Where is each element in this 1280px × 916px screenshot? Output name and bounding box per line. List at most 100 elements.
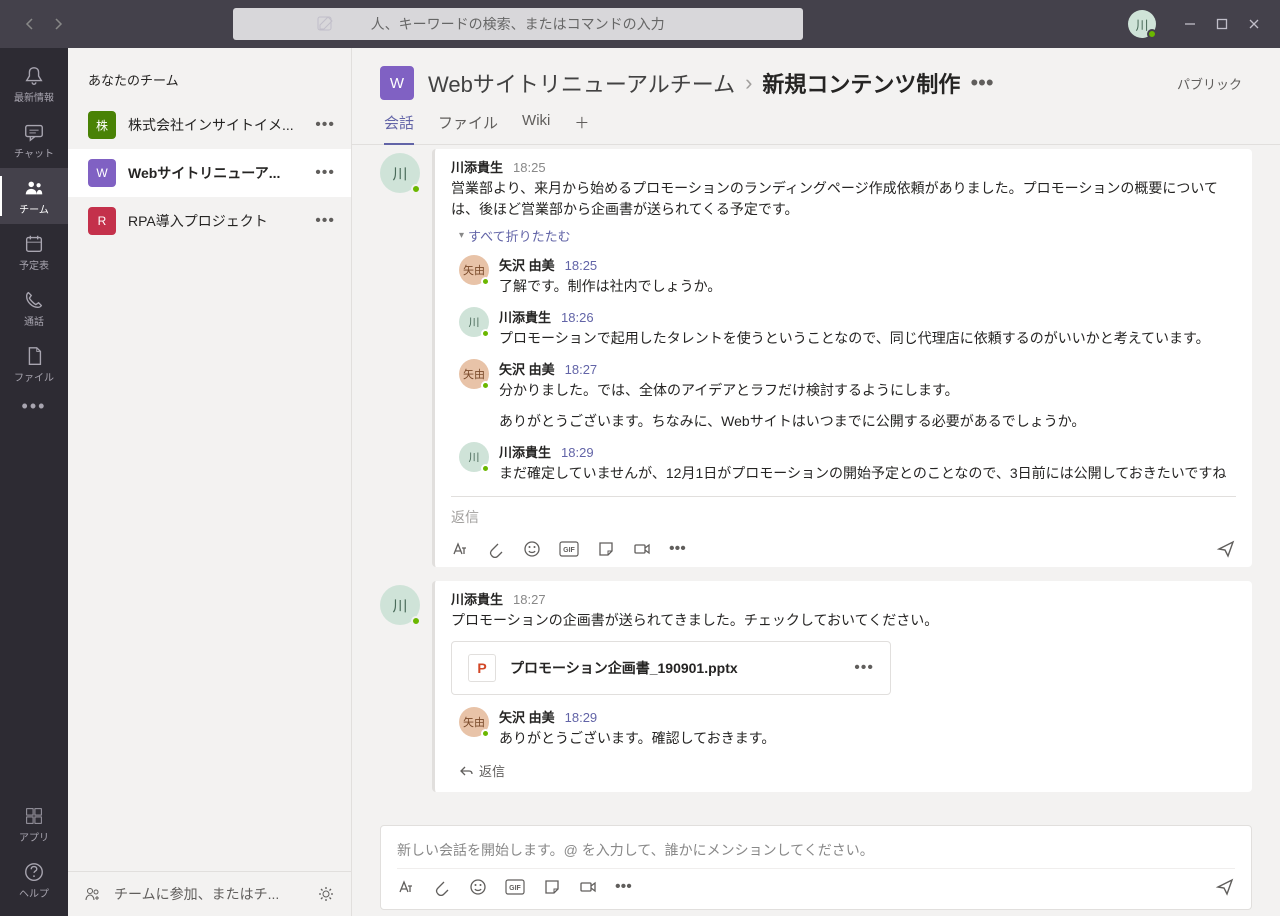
format-icon[interactable] xyxy=(397,878,415,896)
message-author: 川添貴生 xyxy=(451,157,503,176)
send-icon[interactable] xyxy=(1215,877,1235,897)
tab-add-icon[interactable]: ＋ xyxy=(574,112,589,144)
collapse-all-button[interactable]: すべて折りたたむ xyxy=(451,220,1236,249)
rail-calendar[interactable]: 予定表 xyxy=(0,224,68,280)
avatar[interactable]: 川 xyxy=(380,153,420,193)
avatar[interactable]: 矢由 xyxy=(459,255,489,285)
team-more-icon[interactable]: ••• xyxy=(315,164,335,182)
teams-list-pane: あなたのチーム 株 株式会社インサイトイメ... ••• W Webサイトリニュ… xyxy=(68,48,352,916)
rail-more-icon[interactable]: ••• xyxy=(22,396,47,417)
team-icon: W xyxy=(88,159,116,187)
rail-activity[interactable]: 最新情報 xyxy=(0,56,68,112)
channel-header: W Webサイトリニューアルチーム › 新規コンテンツ制作 ••• パブリック xyxy=(352,48,1280,100)
compose-input[interactable]: 新しい会話を開始します。@ を入力して、誰かにメンションしてください。 xyxy=(397,840,1235,868)
message-text: プロモーションで起用したタレントを使うということなので、同じ代理店に依頼するのが… xyxy=(499,328,1236,349)
sticker-icon[interactable] xyxy=(543,878,561,896)
rail-files[interactable]: ファイル xyxy=(0,336,68,392)
format-icon[interactable] xyxy=(451,540,469,558)
nav-forward-button[interactable] xyxy=(46,12,70,36)
nav-back-button[interactable] xyxy=(18,12,42,36)
sticker-icon[interactable] xyxy=(597,540,615,558)
rail-chat[interactable]: チャット xyxy=(0,112,68,168)
message-author: 矢沢 由美 xyxy=(499,359,555,378)
compose-box: 新しい会話を開始します。@ を入力して、誰かにメンションしてください。 GIF … xyxy=(380,825,1252,910)
user-avatar[interactable]: 川 xyxy=(1128,10,1156,38)
attachment-name: プロモーション企画書_190901.pptx xyxy=(510,658,840,678)
avatar[interactable]: 川 xyxy=(459,307,489,337)
presence-indicator xyxy=(481,277,490,286)
join-team-icon[interactable] xyxy=(84,885,102,903)
message-time: 18:25 xyxy=(513,160,546,175)
reply-input[interactable]: 返信 xyxy=(451,496,1236,535)
message-time: 18:29 xyxy=(561,445,594,460)
titlebar: 人、キーワードの検索、またはコマンドの入力 川 xyxy=(0,0,1280,48)
window-maximize-button[interactable] xyxy=(1216,18,1228,30)
team-icon: R xyxy=(88,207,116,235)
attach-icon[interactable] xyxy=(433,878,451,896)
team-more-icon[interactable]: ••• xyxy=(315,116,335,134)
rail-help[interactable]: ヘルプ xyxy=(0,852,68,908)
powerpoint-file-icon: P xyxy=(468,654,496,682)
chevron-right-icon: › xyxy=(745,70,752,96)
teams-list-header: あなたのチーム xyxy=(68,48,351,101)
app-rail: 最新情報 チャット チーム 予定表 通話 ファイル ••• アプリ xyxy=(0,48,68,916)
message-text: 営業部より、来月から始めるプロモーションのランディングページ作成依頼がありました… xyxy=(451,178,1236,220)
reply-message: 矢由 矢沢 由美 18:27 分かりました。では、全体のアイデアとラフだけ検討す… xyxy=(451,353,1236,436)
reply-link[interactable]: 返信 xyxy=(451,753,1236,782)
meet-icon[interactable] xyxy=(633,540,651,558)
tab-conversations[interactable]: 会話 xyxy=(384,112,414,145)
svg-text:GIF: GIF xyxy=(509,885,521,892)
team-name: Webサイトリニューア... xyxy=(128,163,303,183)
meet-icon[interactable] xyxy=(579,878,597,896)
team-item[interactable]: R RPA導入プロジェクト ••• xyxy=(68,197,351,245)
more-icon[interactable]: ••• xyxy=(615,878,632,896)
team-icon: 株 xyxy=(88,111,116,139)
gif-icon[interactable]: GIF xyxy=(505,879,525,895)
channel-more-icon[interactable]: ••• xyxy=(970,70,993,96)
reply-message: 矢由 矢沢 由美 18:25 了解です。制作は社内でしょうか。 xyxy=(451,249,1236,301)
settings-gear-icon[interactable] xyxy=(317,885,335,903)
emoji-icon[interactable] xyxy=(523,540,541,558)
avatar[interactable]: 矢由 xyxy=(459,359,489,389)
team-item[interactable]: W Webサイトリニューア... ••• xyxy=(68,149,351,197)
gif-icon[interactable]: GIF xyxy=(559,541,579,557)
send-icon[interactable] xyxy=(1216,539,1236,559)
channel-team-icon: W xyxy=(380,66,414,100)
attachment-more-icon[interactable]: ••• xyxy=(854,659,874,677)
window-close-button[interactable] xyxy=(1248,18,1260,30)
tab-files[interactable]: ファイル xyxy=(438,112,498,144)
rail-calls[interactable]: 通話 xyxy=(0,280,68,336)
presence-indicator xyxy=(1147,29,1157,39)
message-time: 18:29 xyxy=(565,710,598,725)
breadcrumb-team[interactable]: Webサイトリニューアルチーム xyxy=(428,67,735,99)
join-team-label[interactable]: チームに参加、またはチ... xyxy=(114,884,305,904)
file-attachment[interactable]: P プロモーション企画書_190901.pptx ••• xyxy=(451,641,891,695)
rail-apps[interactable]: アプリ xyxy=(0,796,68,852)
avatar[interactable]: 矢由 xyxy=(459,707,489,737)
channel-tabs: 会話 ファイル Wiki ＋ xyxy=(352,100,1280,145)
reply-message: 川 川添貴生 18:29 まだ確定していませんが、12月1日がプロモーションの開… xyxy=(451,436,1236,488)
team-item[interactable]: 株 株式会社インサイトイメ... ••• xyxy=(68,101,351,149)
team-name: 株式会社インサイトイメ... xyxy=(128,115,303,135)
reply-message: 川 川添貴生 18:26 プロモーションで起用したタレントを使うということなので… xyxy=(451,301,1236,353)
channel-pane: W Webサイトリニューアルチーム › 新規コンテンツ制作 ••• パブリック … xyxy=(352,48,1280,916)
presence-indicator xyxy=(411,616,421,626)
team-more-icon[interactable]: ••• xyxy=(315,212,335,230)
avatar[interactable]: 川 xyxy=(380,585,420,625)
avatar[interactable]: 川 xyxy=(459,442,489,472)
emoji-icon[interactable] xyxy=(469,878,487,896)
messages-area: 川 川添貴生 18:25 営業部より、来月から始めるプロモーションのランディング… xyxy=(352,145,1280,825)
message-time: 18:26 xyxy=(561,310,594,325)
attach-icon[interactable] xyxy=(487,540,505,558)
message-text: 了解です。制作は社内でしょうか。 xyxy=(499,276,1236,297)
message-text: ありがとうございます。確認しておきます。 xyxy=(499,728,1236,749)
message-thread: 川 川添貴生 18:27 プロモーションの企画書が送られてきました。チェックして… xyxy=(380,581,1252,792)
window-minimize-button[interactable] xyxy=(1184,18,1196,30)
tab-wiki[interactable]: Wiki xyxy=(522,112,550,144)
rail-teams[interactable]: チーム xyxy=(0,168,68,224)
message-author: 矢沢 由美 xyxy=(499,707,555,726)
message-author: 川添貴生 xyxy=(499,442,551,461)
message-thread: 川 川添貴生 18:25 営業部より、来月から始めるプロモーションのランディング… xyxy=(380,149,1252,567)
more-icon[interactable]: ••• xyxy=(669,540,686,558)
new-message-icon[interactable] xyxy=(316,15,334,33)
